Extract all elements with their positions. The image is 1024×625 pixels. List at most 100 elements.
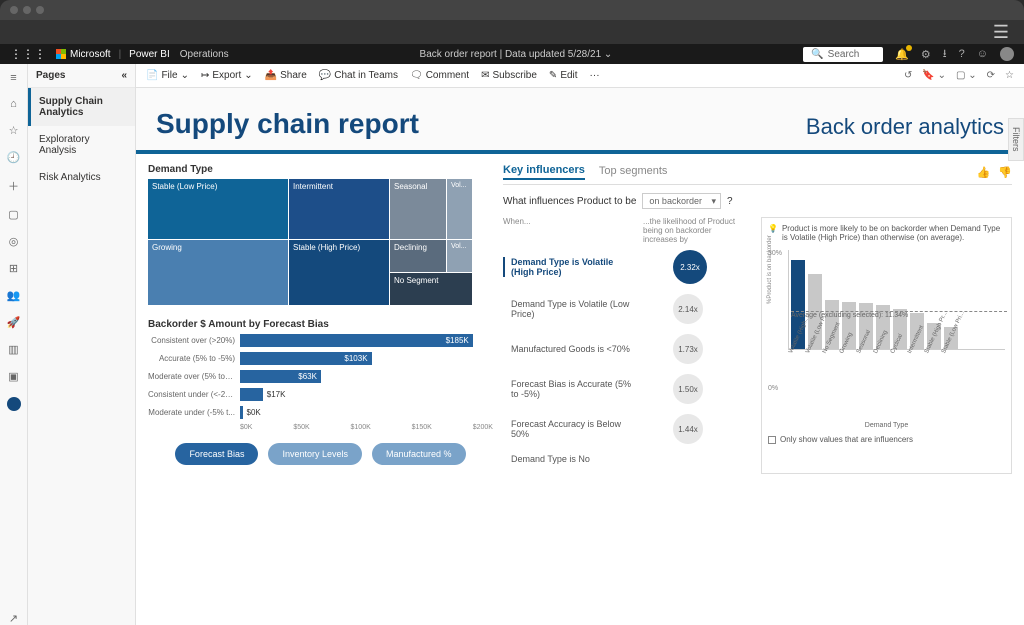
breadcrumb[interactable]: Back order report | Data updated 5/28/21… — [229, 49, 804, 60]
home-icon[interactable]: ⌂ — [10, 98, 17, 110]
ki-detail-chart[interactable]: 💡 Product is more likely to be on backor… — [761, 217, 1012, 474]
brand-label: Microsoft — [70, 49, 111, 60]
ki-influencer-row[interactable]: Demand Type is Volatile (Low Price)2.14x — [503, 294, 753, 324]
checkbox-icon[interactable] — [768, 436, 776, 444]
workspace-label[interactable]: Operations — [180, 49, 229, 60]
notifications-icon[interactable]: 🔔 — [895, 48, 909, 61]
browser-toolbar: ☰ — [0, 20, 1024, 44]
workspace-avatar-icon[interactable] — [7, 397, 21, 411]
bar-label: Consistent over (>20%) — [148, 336, 240, 345]
workspaces-icon[interactable]: ▣ — [8, 370, 18, 383]
pages-panel: Pages « Supply Chain Analytics Explorato… — [28, 64, 136, 625]
ki-bubble: 2.32x — [673, 250, 707, 284]
treemap-cell[interactable]: Stable (Low Price) — [148, 179, 288, 239]
collapse-pages-icon[interactable]: « — [121, 70, 127, 81]
page-tab-exploratory[interactable]: Exploratory Analysis — [28, 126, 135, 164]
ki-question-text: What influences Product to be — [503, 196, 636, 207]
view-icon[interactable]: ▢ ⌄ — [956, 70, 977, 81]
export-menu[interactable]: ↦ Export ⌄ — [201, 70, 253, 81]
treemap-cell[interactable]: Intermittent — [289, 179, 389, 239]
tab-key-influencers[interactable]: Key influencers — [503, 164, 585, 180]
settings-icon[interactable]: ⚙ — [921, 48, 931, 61]
ki-influencer-row[interactable]: Forecast Bias is Accurate (5% to -5%)1.5… — [503, 374, 753, 404]
demand-type-treemap[interactable]: Stable (Low Price) Intermittent Seasonal… — [148, 179, 493, 305]
reset-icon[interactable]: ↺ — [904, 70, 912, 81]
pill-inventory[interactable]: Inventory Levels — [268, 443, 362, 465]
search-icon: 🔍 — [811, 49, 823, 60]
deploy-icon[interactable]: 🚀 — [7, 316, 21, 329]
apps-icon[interactable]: ⊞ — [9, 262, 18, 275]
feedback-icon[interactable]: ☺ — [977, 48, 988, 60]
bar-row[interactable]: Accurate (5% to -5%) $103K — [148, 352, 493, 365]
app-launcher-icon[interactable]: ⋮⋮⋮ — [10, 47, 46, 61]
ki-influencer-list: When... ...the likelihood of Product bei… — [503, 217, 753, 474]
treemap-cell[interactable]: Vol... — [447, 240, 472, 272]
report-canvas: Filters Supply chain report Back order a… — [136, 88, 1024, 625]
edit-button[interactable]: ✎ Edit — [549, 70, 578, 81]
window-dot — [36, 6, 44, 14]
star-icon[interactable]: ☆ — [1005, 70, 1014, 81]
recent-icon[interactable]: 🕘 — [7, 151, 21, 164]
filters-pane-toggle[interactable]: Filters — [1008, 118, 1024, 161]
avatar[interactable] — [1000, 47, 1014, 61]
bar-row[interactable]: Consistent under (<-20... $17K — [148, 388, 493, 401]
treemap-cell[interactable]: Vol... — [447, 179, 472, 239]
goals-icon[interactable]: ◎ — [9, 235, 19, 248]
bar-row[interactable]: Moderate under (-5% t... $0K — [148, 406, 493, 419]
ki-x-label: Demand Type — [768, 422, 1005, 429]
shared-icon[interactable]: 👥 — [7, 289, 21, 302]
app-topbar: ⋮⋮⋮ Microsoft | Power BI Operations Back… — [0, 44, 1024, 64]
ki-checkbox[interactable]: Only show values that are influencers — [768, 435, 1005, 444]
favorites-icon[interactable]: ☆ — [9, 124, 19, 137]
pill-forecast-bias[interactable]: Forecast Bias — [175, 443, 258, 465]
treemap-cell[interactable]: Seasonal — [390, 179, 446, 239]
bar-value: $0K — [243, 406, 261, 419]
window-dot — [10, 6, 18, 14]
bar-row[interactable]: Consistent over (>20%) $185K — [148, 334, 493, 347]
download-icon[interactable]: ⭳ — [943, 45, 947, 64]
datasets-icon[interactable]: ▢ — [8, 208, 18, 221]
backorder-bar-chart[interactable]: Backorder $ Amount by Forecast Bias Cons… — [148, 319, 493, 431]
treemap-cell[interactable]: Growing — [148, 240, 288, 305]
search-input[interactable]: 🔍 Search — [803, 47, 883, 62]
share-button[interactable]: 📤 Share — [265, 70, 307, 81]
pages-title: Pages — [36, 70, 65, 81]
page-tab-supply-chain[interactable]: Supply Chain Analytics — [28, 88, 135, 126]
report-title: Supply chain report — [156, 108, 419, 140]
bookmark-icon[interactable]: 🔖 ⌄ — [922, 70, 946, 81]
key-influencers-visual[interactable]: Key influencers Top segments 👍 👎 What in… — [503, 164, 1012, 474]
product-label: Power BI — [129, 49, 170, 60]
subscribe-button[interactable]: ✉ Subscribe — [481, 70, 537, 81]
page-tab-risk[interactable]: Risk Analytics — [28, 164, 135, 191]
thumbs-down-icon[interactable]: 👎 — [998, 166, 1012, 179]
comment-button[interactable]: 🗨 Comment — [410, 70, 469, 81]
create-icon[interactable]: ＋ — [8, 178, 19, 194]
ki-influencer-row[interactable]: Demand Type is No — [503, 454, 753, 464]
thumbs-up-icon[interactable]: 👍 — [977, 166, 991, 179]
report-content: 📄 File ⌄ ↦ Export ⌄ 📤 Share 💬 Chat in Te… — [136, 64, 1024, 625]
refresh-icon[interactable]: ⟳ — [987, 70, 995, 81]
chat-teams-button[interactable]: 💬 Chat in Teams — [319, 70, 398, 81]
separator: | — [119, 49, 122, 60]
pill-manufactured[interactable]: Manufactured % — [372, 443, 466, 465]
tab-top-segments[interactable]: Top segments — [599, 165, 667, 179]
help-icon[interactable]: ? — [959, 48, 965, 60]
file-menu[interactable]: 📄 File ⌄ — [146, 70, 189, 81]
treemap-cell[interactable]: Declining — [390, 240, 446, 272]
ki-influencer-row[interactable]: Forecast Accuracy is Below 50%1.44x — [503, 414, 753, 444]
treemap-cell[interactable]: No Segment — [390, 273, 472, 305]
ki-influencer-row[interactable]: Manufactured Goods is <70%1.73x — [503, 334, 753, 364]
more-menu[interactable]: ··· — [590, 70, 600, 81]
expand-icon[interactable]: ↗ — [9, 612, 18, 625]
bar-row[interactable]: Moderate over (5% to 2... $63K — [148, 370, 493, 383]
ki-influencer-row[interactable]: Demand Type is Volatile (High Price)2.32… — [503, 250, 753, 284]
bar-label: Accurate (5% to -5%) — [148, 354, 240, 363]
treemap-cell[interactable]: Stable (High Price) — [289, 240, 389, 305]
ki-help-icon[interactable]: ? — [727, 196, 733, 207]
ki-target-select[interactable]: on backorder — [642, 193, 721, 209]
learn-icon[interactable]: ▥ — [8, 343, 18, 356]
browser-menu-icon[interactable]: ☰ — [993, 22, 1009, 43]
treemap-title: Demand Type — [148, 164, 493, 175]
rail-menu-icon[interactable]: ≡ — [10, 72, 16, 84]
bar-x-axis: $0K$50K$100K$150K$200K — [240, 424, 493, 431]
